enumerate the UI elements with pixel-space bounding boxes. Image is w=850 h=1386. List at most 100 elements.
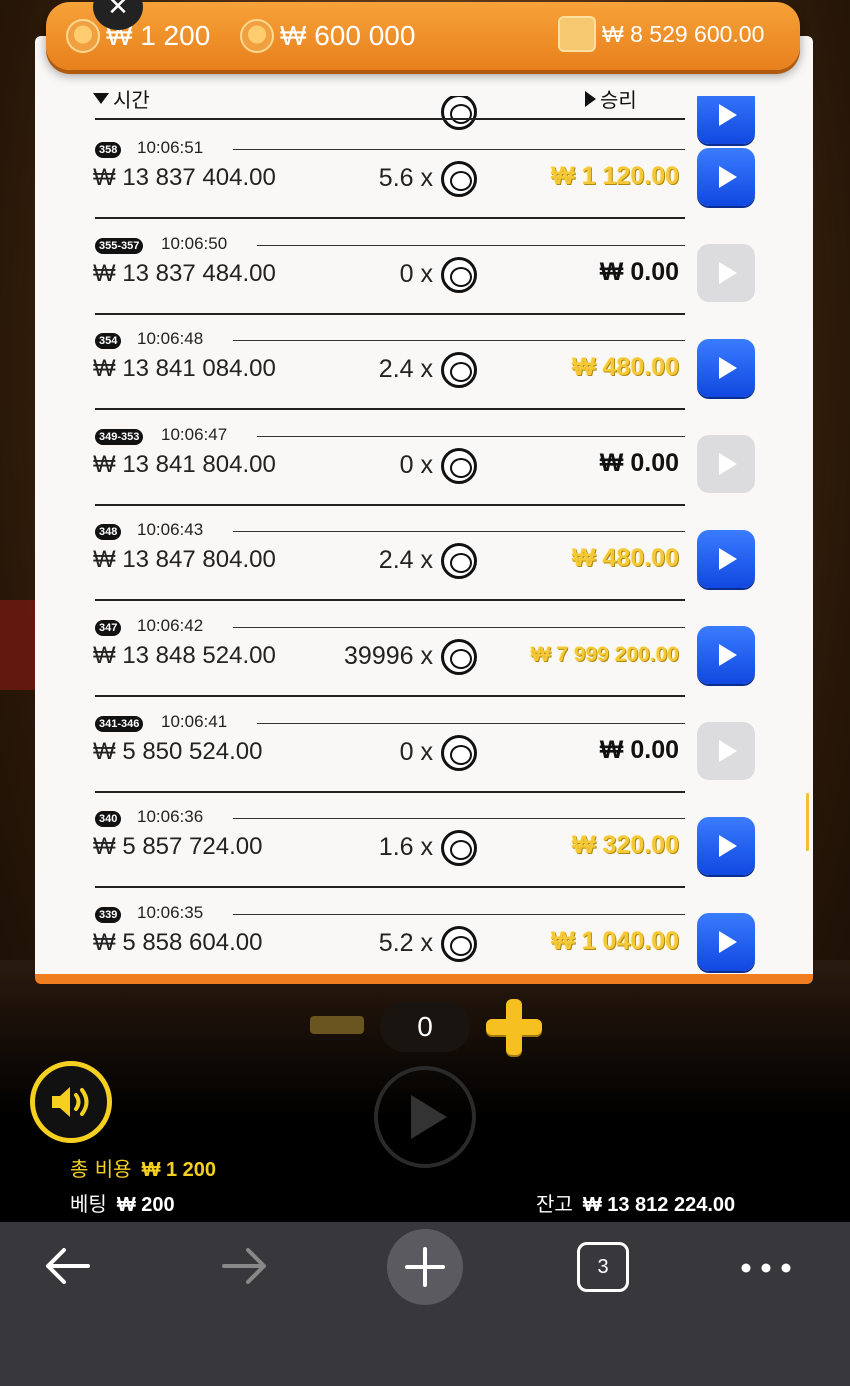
row-multiplier: 0 x — [399, 450, 433, 479]
coin-icon — [441, 925, 477, 962]
coin-icon — [441, 447, 477, 484]
play-icon — [719, 104, 737, 126]
coin-icon — [441, 161, 477, 197]
history-list[interactable]: 358 10:06:51 ₩ 13 837 404.00 5.6 x ₩ 1 120.0… — [35, 96, 813, 974]
forward-icon[interactable] — [220, 1244, 272, 1292]
row-multiplier: 39996 x — [344, 642, 433, 670]
round-badge: 348 — [95, 524, 122, 541]
row-win: ₩ 0.00 — [599, 448, 679, 477]
row-divider — [95, 408, 685, 411]
row-divider — [95, 312, 685, 315]
row-win: ₩ 480.00 — [571, 544, 679, 573]
row-multiplier: 1.6 x — [378, 833, 433, 862]
history-panel: 시간 승리 358 10:06:51 ₩ 13 837 404.00 5.6 x ₩ 1… — [35, 36, 813, 984]
win-amount-display: ₩ 600 000 — [240, 19, 415, 53]
coin-icon — [441, 830, 477, 867]
tabs-button[interactable]: 3 — [577, 1242, 629, 1292]
balance-value: ₩ 13 812 224.00 — [582, 1194, 736, 1216]
row-divider — [95, 695, 685, 697]
play-icon — [719, 835, 737, 858]
play-icon — [411, 1095, 447, 1139]
replay-button[interactable] — [697, 817, 755, 876]
coin-icon — [441, 256, 477, 293]
row-divider — [95, 790, 685, 793]
new-tab-button[interactable] — [387, 1229, 463, 1305]
round-badge: 339 — [95, 906, 122, 923]
total-display: ₩ 8 529 600.00 — [558, 16, 764, 52]
speaker-icon — [52, 1087, 89, 1117]
list-item: 339 10:06:35 ₩ 5 858 604.00 5.2 x ₩ 1 040.00 — [35, 899, 813, 974]
replay-button[interactable] — [697, 339, 755, 398]
replay-button — [697, 434, 755, 493]
row-balance: ₩ 5 850 524.00 — [93, 737, 263, 765]
row-multiplier: 0 x — [399, 259, 433, 288]
row-multiplier: 2.4 x — [378, 355, 433, 384]
total-cost-value: ₩ 1 200 — [141, 1159, 217, 1181]
row-win: ₩ 480.00 — [571, 353, 679, 382]
coin-icon — [240, 19, 274, 53]
row-divider — [95, 217, 685, 219]
row-multiplier: 0 x — [399, 737, 433, 766]
row-win: ₩ 7 999 200.00 — [530, 643, 679, 666]
autoplay-counter: 0 — [380, 1002, 470, 1052]
row-win: ₩ 320.00 — [571, 831, 679, 860]
balance-info: 잔고 ₩ 13 812 224.00 — [536, 1188, 735, 1217]
coin-icon — [66, 19, 100, 53]
round-time: 10:06:48 — [137, 329, 204, 349]
play-icon — [719, 166, 737, 188]
top-balance-bar: ₩ 1 200 ₩ 600 000 ₩ 8 529 600.00 — [46, 2, 800, 70]
round-badge: 358 — [95, 142, 122, 158]
list-item: 354 10:06:48 ₩ 13 841 084.00 2.4 x ₩ 480.00 — [35, 325, 813, 421]
sound-toggle[interactable] — [30, 1061, 112, 1143]
increase-button[interactable] — [486, 999, 542, 1055]
round-time: 10:06:50 — [161, 233, 228, 253]
list-item: 349-353 10:06:47 ₩ 13 841 804.00 0 x ₩ 0.00 — [35, 421, 813, 517]
round-badge: 347 — [95, 620, 122, 636]
spin-button[interactable] — [374, 1066, 476, 1168]
play-icon — [719, 739, 737, 762]
round-time: 10:06:41 — [161, 711, 228, 731]
replay-button — [697, 243, 755, 302]
list-item: 341-346 10:06:41 ₩ 5 850 524.00 0 x ₩ 0.00 — [35, 708, 813, 804]
coin-icon — [441, 352, 477, 389]
round-time: 10:06:47 — [161, 424, 228, 444]
time-divider — [257, 244, 685, 246]
decrease-button[interactable] — [310, 1016, 364, 1034]
time-divider — [233, 531, 685, 533]
total-cost: 총 비용 ₩ 1 200 — [70, 1153, 216, 1182]
time-divider — [257, 722, 685, 724]
replay-button[interactable] — [697, 530, 755, 589]
row-win: ₩ 0.00 — [599, 257, 679, 286]
back-icon[interactable] — [40, 1244, 92, 1292]
row-balance: ₩ 13 837 404.00 — [93, 164, 276, 191]
wallet-icon — [558, 16, 596, 52]
row-multiplier: 5.2 x — [378, 928, 433, 957]
list-item: 347 10:06:42 ₩ 13 848 524.00 39996 x ₩ 7 999… — [35, 612, 813, 708]
round-time: 10:06:36 — [137, 807, 204, 827]
bet-amount-display: ₩ 1 200 — [66, 19, 210, 53]
coin-icon — [441, 734, 477, 771]
play-icon — [719, 548, 737, 571]
row-balance: ₩ 5 857 724.00 — [93, 833, 263, 861]
replay-button — [697, 721, 755, 780]
replay-button[interactable] — [697, 626, 755, 684]
row-win: ₩ 1 120.00 — [551, 162, 679, 190]
coin-icon — [441, 543, 477, 580]
replay-button[interactable] — [697, 148, 755, 206]
round-time: 10:06:42 — [137, 616, 204, 635]
time-divider — [233, 913, 685, 915]
row-balance: ₩ 13 841 804.00 — [93, 450, 276, 478]
round-badge: 355-357 — [95, 237, 144, 254]
play-icon — [719, 930, 737, 953]
row-divider — [95, 599, 685, 602]
round-badge: 340 — [95, 811, 122, 828]
more-menu-icon[interactable] — [740, 1258, 792, 1282]
replay-button[interactable] — [697, 912, 755, 971]
list-item: 358 10:06:51 ₩ 13 837 404.00 5.6 x ₩ 1 120.0… — [35, 134, 813, 230]
row-divider — [95, 503, 685, 506]
win-amount: ₩ 600 000 — [280, 20, 416, 51]
coin-icon — [441, 96, 477, 130]
bet-value: ₩ 200 — [116, 1194, 175, 1216]
scrollbar[interactable] — [806, 793, 809, 851]
row-balance: ₩ 13 837 484.00 — [93, 259, 276, 287]
